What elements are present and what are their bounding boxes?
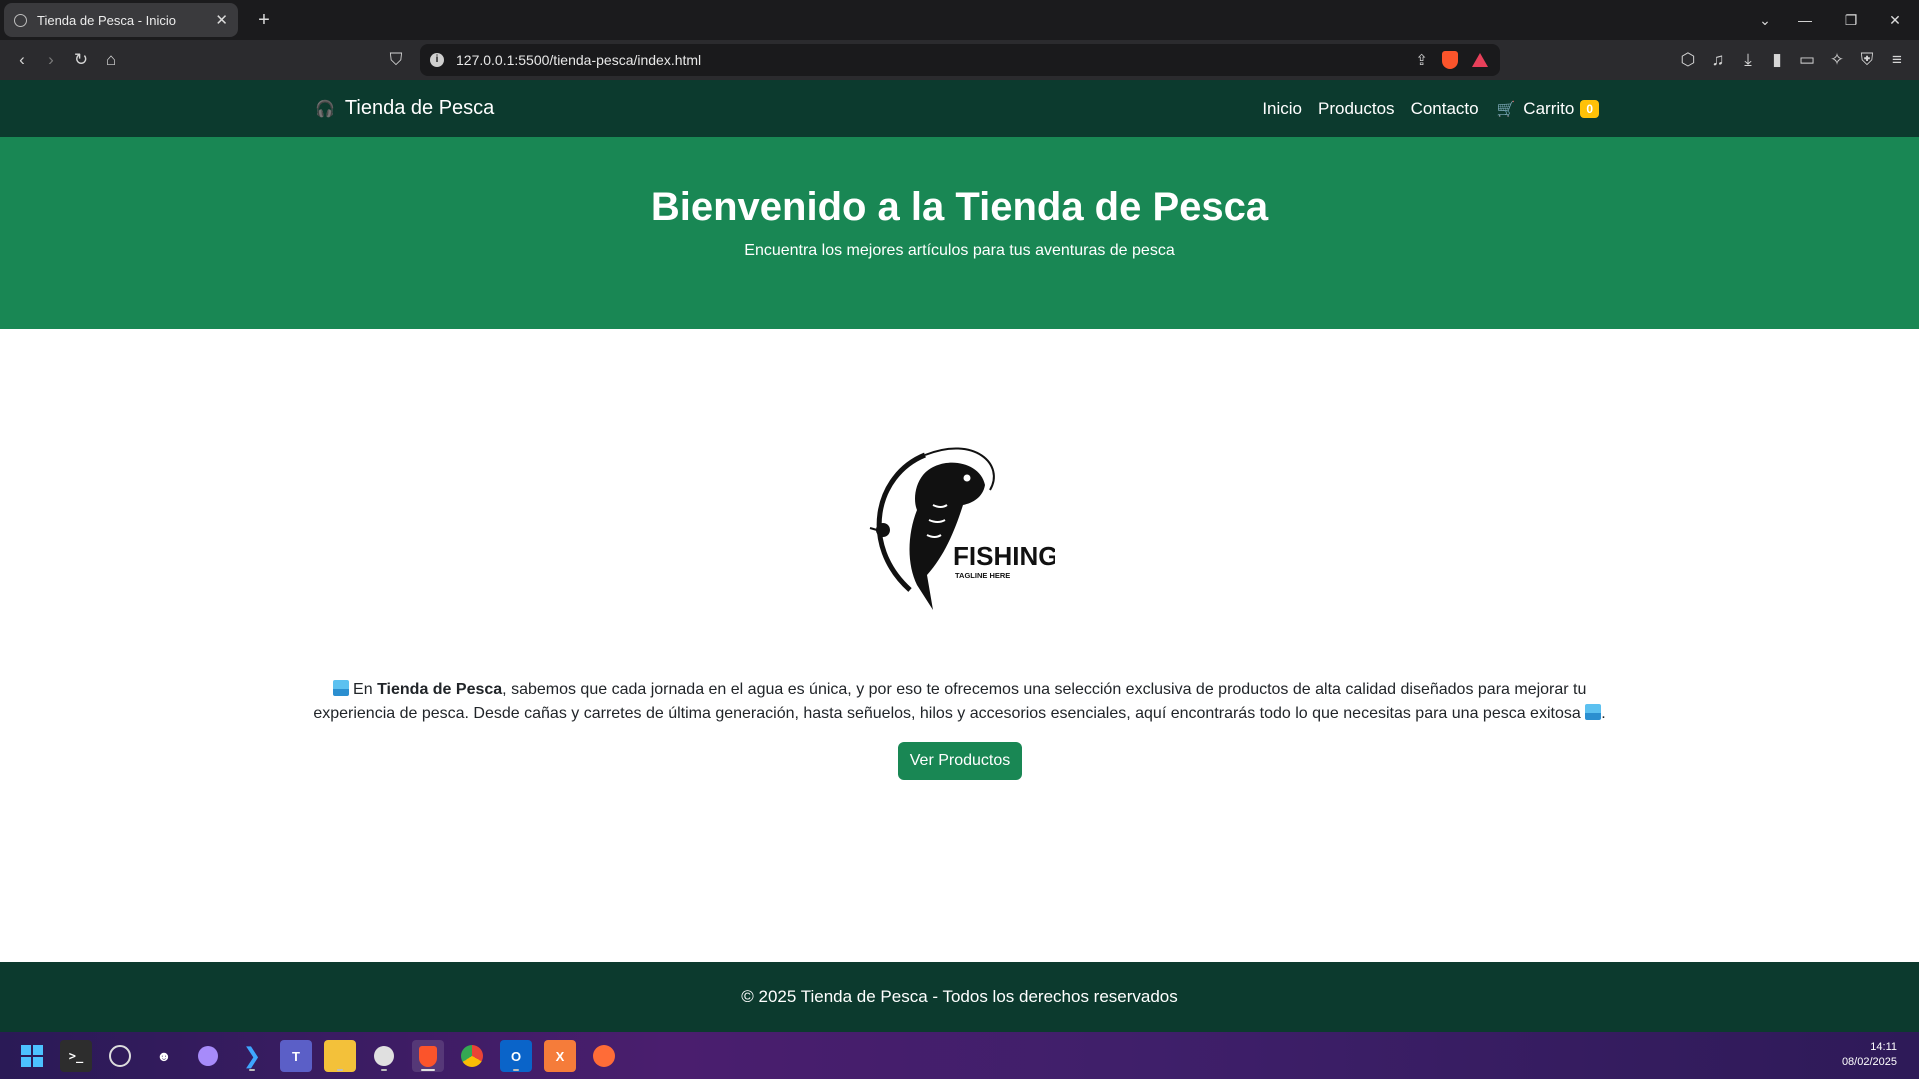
intro-pre: En (348, 681, 378, 698)
bookmark-icon[interactable]: ⛉ (383, 48, 409, 72)
tab-title: Tienda de Pesca - Inicio (37, 12, 176, 28)
logo-reel-handle (869, 527, 878, 531)
logo-fish-eye (963, 474, 971, 482)
hero-subtitle: Encuentra los mejores artículos para tus… (744, 242, 1175, 259)
browser-tab-bar: Tienda de Pesca - Inicio ✕ + ⌄ — ❐ ✕ (0, 0, 1919, 40)
hero-banner: Bienvenido a la Tienda de Pesca Encuentr… (0, 137, 1919, 329)
address-bar[interactable]: i 127.0.0.1:5500/tienda-pesca/index.html… (420, 44, 1500, 76)
globe-icon (14, 13, 27, 27)
nav-link-inicio[interactable]: Inicio (1262, 99, 1302, 119)
intro-strong: Tienda de Pesca (377, 681, 503, 698)
extensions-icon[interactable]: ⬡ (1675, 48, 1701, 72)
start-button[interactable] (16, 1040, 48, 1072)
xampp-icon[interactable]: X (544, 1040, 576, 1072)
water-wave-icon (332, 680, 349, 696)
chat-icon[interactable]: ☻ (148, 1040, 180, 1072)
brand-link[interactable]: 🎧 Tienda de Pesca (315, 80, 494, 137)
running-indicator (421, 1069, 435, 1071)
new-tab-button[interactable]: + (250, 6, 278, 34)
footer-text: © 2025 Tienda de Pesca - Todos los derec… (741, 987, 1178, 1006)
brave-shields-icon[interactable] (1442, 51, 1458, 69)
intro-end: . (1601, 705, 1606, 722)
back-button[interactable]: ‹ (9, 48, 35, 72)
windows-taskbar: >_ ☻ ❯ T O X 14:11 08/02/2025 (0, 1032, 1919, 1079)
cart-icon: 🛒 (1496, 100, 1516, 118)
nav-link-productos[interactable]: Productos (1318, 99, 1395, 119)
restore-button[interactable]: ❐ (1828, 0, 1874, 40)
hero-title: Bienvenido a la Tienda de Pesca (650, 185, 1269, 229)
intro-text: , sabemos que cada jornada en el agua es… (313, 681, 1587, 722)
intro-paragraph: En Tienda de Pesca, sabemos que cada jor… (300, 678, 1619, 726)
file-explorer-icon[interactable] (324, 1040, 356, 1072)
browser-tab[interactable]: Tienda de Pesca - Inicio ✕ (4, 3, 238, 37)
site-navbar: 🎧 Tienda de Pesca Inicio Productos Conta… (0, 80, 1919, 137)
system-clock[interactable]: 14:11 08/02/2025 (1842, 1040, 1897, 1070)
running-indicator (381, 1069, 387, 1071)
github-icon[interactable] (192, 1040, 224, 1072)
brave-rewards-icon[interactable] (1472, 53, 1488, 67)
logo-fish (909, 462, 985, 610)
fishing-logo: FISHING TAGLINE HERE (869, 447, 1055, 610)
minimize-button[interactable]: — (1782, 0, 1828, 40)
forward-button[interactable]: › (38, 48, 64, 72)
water-wave-icon (1585, 704, 1602, 720)
outlook-icon[interactable]: O (500, 1040, 532, 1072)
logo-tagline: TAGLINE HERE (955, 571, 1010, 580)
home-button[interactable]: ⌂ (98, 48, 124, 72)
nav-link-contacto[interactable]: Contacto (1411, 99, 1479, 119)
sidebar-icon[interactable]: ▮ (1764, 48, 1790, 72)
clock-time: 14:11 (1870, 1041, 1897, 1053)
wallet-icon[interactable]: ▭ (1794, 48, 1820, 72)
menu-icon[interactable]: ≡ (1884, 48, 1910, 72)
reload-button[interactable]: ↻ (68, 48, 94, 72)
windows-logo-icon (21, 1045, 43, 1067)
site-footer: © 2025 Tienda de Pesca - Todos los derec… (0, 962, 1919, 1032)
terminal-icon[interactable]: >_ (60, 1040, 92, 1072)
leo-ai-icon[interactable]: ✧ (1824, 48, 1850, 72)
vpn-lock-icon[interactable] (368, 1040, 400, 1072)
headphones-icon: 🎧 (315, 100, 335, 118)
media-icon[interactable]: ♫ (1705, 48, 1731, 72)
running-indicator (337, 1069, 343, 1071)
vpn-icon[interactable]: ⛨ (1854, 48, 1880, 72)
close-tab-icon[interactable]: ✕ (215, 11, 228, 29)
close-window-button[interactable]: ✕ (1872, 0, 1918, 40)
site-info-icon[interactable]: i (430, 53, 444, 67)
chrome-icon[interactable] (456, 1040, 488, 1072)
nav-links: Inicio Productos Contacto 🛒 Carrito 0 (1246, 80, 1599, 137)
logo-reel (876, 523, 890, 537)
vscode-icon[interactable]: ❯ (236, 1040, 268, 1072)
cart-label: Carrito (1523, 98, 1575, 118)
teams-icon[interactable]: T (280, 1040, 312, 1072)
share-icon[interactable]: ⇪ (1415, 51, 1428, 69)
logo-title: FISHING (953, 541, 1055, 571)
brave-taskbar-icon[interactable] (412, 1040, 444, 1072)
browser-toolbar: ‹ › ↻ ⌂ ⛉ i 127.0.0.1:5500/tienda-pesca/… (0, 40, 1919, 80)
ver-productos-button[interactable]: Ver Productos (898, 742, 1022, 780)
brand-name: Tienda de Pesca (344, 97, 495, 119)
downloads-icon[interactable]: ⤓ (1735, 48, 1761, 72)
obs-icon[interactable] (104, 1040, 136, 1072)
cart-link[interactable]: 🛒 Carrito 0 (1497, 99, 1599, 119)
clock-date: 08/02/2025 (1841, 1056, 1897, 1068)
postman-icon[interactable] (588, 1040, 620, 1072)
url-text[interactable]: 127.0.0.1:5500/tienda-pesca/index.html (456, 52, 1415, 68)
running-indicator (249, 1069, 255, 1071)
running-indicator (513, 1069, 519, 1071)
cart-count-badge: 0 (1580, 99, 1599, 118)
